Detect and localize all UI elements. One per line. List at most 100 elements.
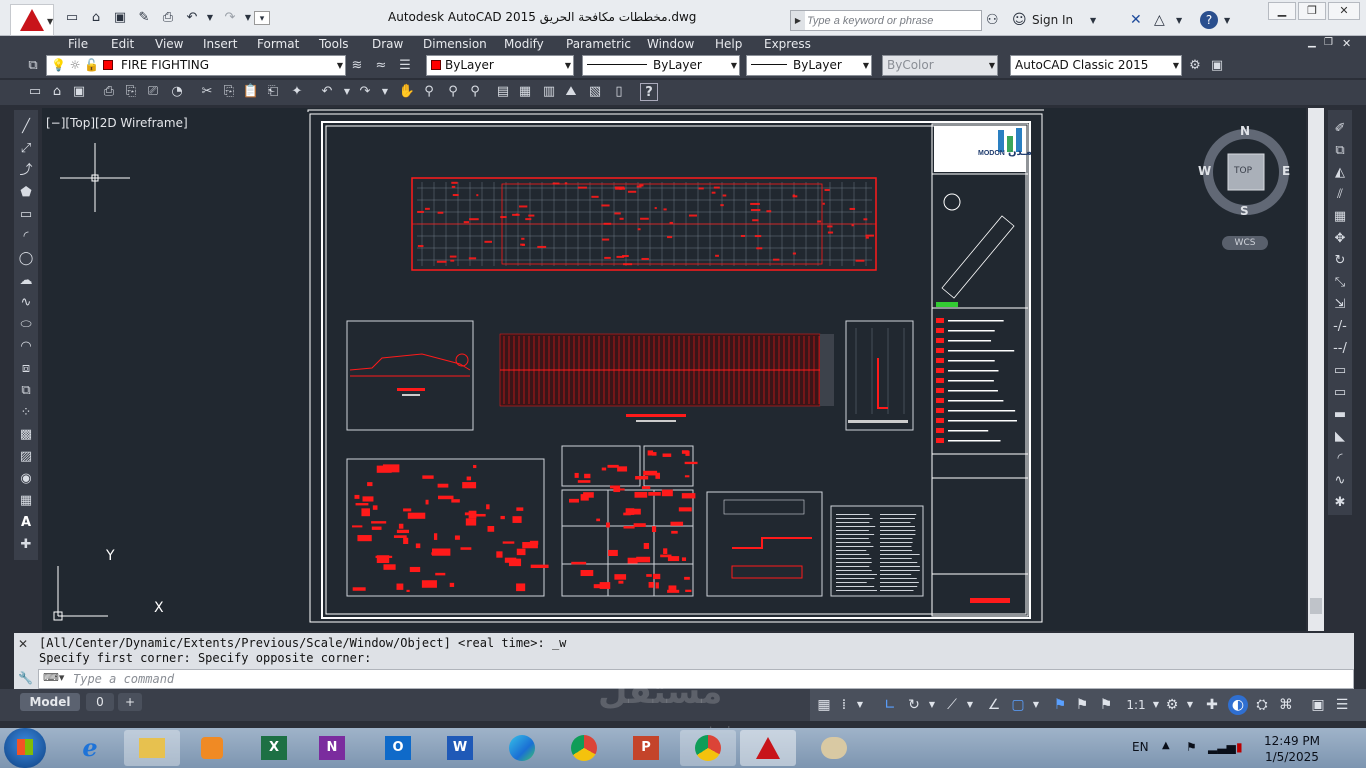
model-tab[interactable]: Model: [20, 693, 80, 711]
menu-help[interactable]: Help: [715, 37, 742, 51]
new-layout-tab[interactable]: +: [118, 693, 142, 711]
isodraft-icon[interactable]: ⟋: [942, 695, 962, 715]
annotation-visibility-icon[interactable]: ⚑: [1050, 695, 1070, 715]
array-icon[interactable]: ▦: [1331, 208, 1349, 226]
menu-view[interactable]: View: [155, 37, 183, 51]
a360-dropdown-icon[interactable]: ▼: [1176, 16, 1182, 25]
menu-parametric[interactable]: Parametric: [566, 37, 631, 51]
add-selected-icon[interactable]: ✚: [17, 536, 35, 554]
spline-icon[interactable]: ∿: [17, 294, 35, 312]
internet-explorer-icon[interactable]: ℯ: [62, 730, 118, 766]
object-snap-icon[interactable]: ▢: [1008, 695, 1028, 715]
trim-icon[interactable]: -/-: [1331, 318, 1349, 336]
customize-wrench-icon[interactable]: 🔧: [18, 671, 33, 685]
blend-curves-icon[interactable]: ∿: [1331, 472, 1349, 490]
polar-tracking-icon[interactable]: ↻: [904, 695, 924, 715]
command-input[interactable]: [73, 671, 1073, 687]
plot-icon[interactable]: ⎙: [160, 11, 176, 25]
doc-close-icon[interactable]: ✕: [1342, 37, 1351, 50]
multiline-text-icon[interactable]: A: [17, 514, 35, 532]
polar-dropdown-icon[interactable]: ▼: [922, 695, 942, 715]
clean-screen-icon[interactable]: ▣: [1308, 695, 1328, 715]
calculator-icon[interactable]: ▯: [610, 83, 628, 101]
a360-icon[interactable]: △: [1154, 12, 1165, 28]
3d-print-icon[interactable]: ◔: [168, 83, 186, 101]
save-as-icon[interactable]: ✎: [136, 11, 152, 25]
excel-icon[interactable]: X: [246, 730, 302, 766]
match-properties-icon[interactable]: ⎗: [264, 83, 282, 101]
gear-icon[interactable]: ⚙: [1186, 57, 1204, 75]
viewcube-south[interactable]: S: [1240, 204, 1249, 218]
plotstyle-dropdown[interactable]: ByColor ▼: [882, 55, 998, 76]
break-at-point-icon[interactable]: ▭: [1331, 362, 1349, 380]
language-indicator[interactable]: EN: [1132, 740, 1149, 754]
layer-dropdown[interactable]: 💡 ☼ 🔓 FIRE FIGHTING ▼: [46, 55, 346, 76]
polyline-icon[interactable]: ⤴: [17, 162, 35, 180]
undo-dropdown-icon[interactable]: ▼: [202, 11, 218, 25]
flag-icon[interactable]: ⚑: [1186, 740, 1197, 754]
color-dropdown[interactable]: ByLayer ▼: [426, 55, 574, 76]
erase-icon[interactable]: ✐: [1331, 120, 1349, 138]
scroll-thumb[interactable]: [1310, 598, 1322, 614]
gradient-icon[interactable]: ▨: [17, 448, 35, 466]
user-icon[interactable]: ☺: [1012, 12, 1027, 28]
save-icon[interactable]: ▣: [112, 11, 128, 25]
outlook-icon[interactable]: O: [370, 730, 426, 766]
plot-preview-icon[interactable]: ⎘: [122, 83, 140, 101]
plot-icon[interactable]: ⎙: [100, 83, 118, 101]
qnew-icon[interactable]: ▭: [26, 83, 44, 101]
command-prompt-icon[interactable]: ⌨▾: [43, 671, 64, 684]
make-block-icon[interactable]: ⧉: [17, 382, 35, 400]
workspace-gear-icon[interactable]: ⚙: [1162, 695, 1182, 715]
doc-restore-icon[interactable]: ❐: [1324, 37, 1333, 48]
workspace-settings-icon[interactable]: ▣: [1208, 57, 1226, 75]
search-input[interactable]: [807, 12, 979, 29]
isolate-objects-icon[interactable]: ◐: [1228, 695, 1248, 715]
hatch-icon[interactable]: ▩: [17, 426, 35, 444]
menu-dimension[interactable]: Dimension: [423, 37, 487, 51]
point-icon[interactable]: ⁘: [17, 404, 35, 422]
close-button[interactable]: ✕: [1328, 2, 1360, 20]
viewcube[interactable]: N S E W TOP: [1198, 124, 1294, 220]
copy-object-icon[interactable]: ⧉: [1331, 142, 1349, 160]
move-icon[interactable]: ✥: [1331, 230, 1349, 248]
scale-icon[interactable]: ⤡: [1331, 274, 1349, 292]
menu-edit[interactable]: Edit: [111, 37, 134, 51]
object-snap-tracking-icon[interactable]: ∠: [984, 695, 1004, 715]
undo-dropdown-icon[interactable]: ▼: [338, 83, 356, 101]
layer-states-icon[interactable]: ☰: [396, 57, 414, 75]
zoom-realtime-icon[interactable]: ⚲: [420, 83, 438, 101]
viewcube-east[interactable]: E: [1282, 164, 1290, 178]
viewcube-west[interactable]: W: [1198, 164, 1211, 178]
paint-icon[interactable]: [806, 730, 862, 766]
layout-tab-0[interactable]: 0: [86, 693, 114, 711]
polygon-icon[interactable]: ⬟: [17, 184, 35, 202]
isodraft-dropdown-icon[interactable]: ▼: [960, 695, 980, 715]
auto-scale-icon[interactable]: ⚑: [1072, 695, 1092, 715]
osnap-dropdown-icon[interactable]: ▼: [1026, 695, 1046, 715]
redo-icon[interactable]: ↷: [356, 83, 374, 101]
revision-cloud-icon[interactable]: ☁: [17, 272, 35, 290]
help-dropdown-icon[interactable]: ▼: [1224, 16, 1230, 25]
menu-window[interactable]: Window: [647, 37, 694, 51]
workspace-dropdown[interactable]: AutoCAD Classic 2015 ▼: [1010, 55, 1182, 76]
annotation-scale-icon[interactable]: ⚑: [1096, 695, 1116, 715]
menu-draw[interactable]: Draw: [372, 37, 403, 51]
arc-icon[interactable]: ◜: [17, 228, 35, 246]
paste-icon[interactable]: 📋: [242, 83, 260, 101]
menu-modify[interactable]: Modify: [504, 37, 544, 51]
menu-tools[interactable]: Tools: [319, 37, 349, 51]
help-icon[interactable]: ?: [640, 83, 658, 101]
powerpoint-icon[interactable]: P: [618, 730, 674, 766]
word-icon[interactable]: W: [432, 730, 488, 766]
open-folder-icon[interactable]: ⌂: [88, 11, 104, 25]
chrome-icon[interactable]: [556, 730, 612, 766]
autocad-app-menu-button[interactable]: ▼: [10, 4, 54, 36]
sheet-set-icon[interactable]: ⛰: [562, 83, 580, 101]
pan-hand-icon[interactable]: ✋: [398, 83, 416, 101]
line-icon[interactable]: ╱: [17, 118, 35, 136]
redo-icon[interactable]: ↷: [222, 11, 238, 25]
drawing-viewport[interactable]: [−][Top][2D Wireframe] MODON مـدن Y X: [42, 108, 1306, 631]
design-center-icon[interactable]: ▦: [516, 83, 534, 101]
hardware-acceleration-icon[interactable]: ⛭: [1252, 695, 1272, 715]
